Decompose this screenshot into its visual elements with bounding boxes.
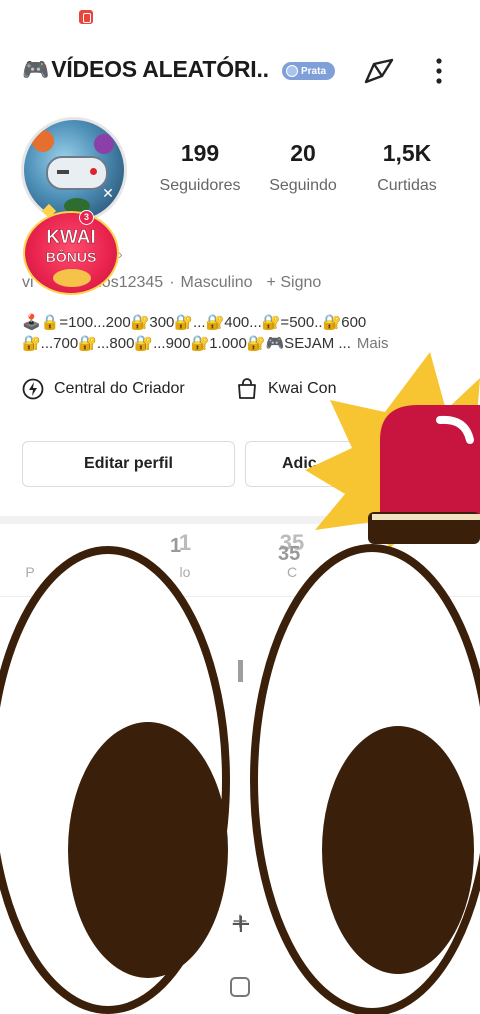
creator-center-label: Central do Criador bbox=[54, 380, 185, 397]
home-nav-icon[interactable] bbox=[231, 978, 249, 996]
tab-underline bbox=[0, 596, 480, 597]
kwai-shop-label: Kwai Con bbox=[268, 380, 337, 397]
kwai-bonus-widget[interactable]: KWAI BÔNUS bbox=[25, 213, 117, 293]
bio-line: 🔐...700🔐...800🔐...900🔐1.000🔐🎮SEJAM ... bbox=[22, 335, 351, 352]
badge-medal-icon bbox=[286, 65, 298, 77]
avatar-art bbox=[32, 130, 54, 152]
add-friends-button[interactable]: Adic bbox=[245, 441, 458, 487]
level-badge-label: Prata bbox=[301, 65, 327, 77]
coin-icon bbox=[53, 269, 91, 287]
edit-profile-label: Editar perfil bbox=[84, 455, 173, 472]
gender-label: Masculino bbox=[180, 274, 253, 291]
profile-bio[interactable]: 🕹️🔒=100...200🔐300🔐...🔐400...🔐=500..🔐600 … bbox=[22, 312, 462, 354]
following-label: Seguindo bbox=[269, 177, 337, 194]
section-divider bbox=[0, 516, 480, 524]
creator-row: Central do Criador Kwai Con bbox=[22, 378, 480, 404]
following-count: 20 bbox=[290, 140, 316, 166]
tab-liked[interactable]: 35 C bbox=[262, 530, 322, 580]
followers-stat[interactable]: 199 Seguidores bbox=[152, 140, 248, 195]
kwai-id-prefix: vi bbox=[22, 274, 34, 291]
status-bar bbox=[0, 0, 480, 36]
followers-label: Seguidores bbox=[159, 177, 241, 194]
followers-count: 199 bbox=[180, 140, 220, 166]
loading-mark bbox=[238, 660, 243, 682]
creator-center-link[interactable]: Central do Criador bbox=[22, 378, 185, 400]
bonus-count-badge: 3 bbox=[79, 210, 94, 225]
kwai-shop-link[interactable]: Kwai Con bbox=[236, 378, 336, 400]
profile-tabs: P 1 lo 35 C bbox=[0, 530, 480, 596]
likes-count: 1,5K bbox=[382, 140, 432, 166]
chevron-right-icon: › bbox=[118, 246, 123, 262]
likes-stat[interactable]: 1,5K Curtidas bbox=[366, 140, 448, 195]
bonus-title: KWAI bbox=[46, 227, 96, 249]
tab-label: C bbox=[286, 564, 298, 580]
tab-posts[interactable]: P bbox=[10, 530, 50, 580]
bonus-subtitle: BÔNUS bbox=[45, 249, 97, 265]
likes-label: Curtidas bbox=[377, 177, 437, 194]
cartoon-eye-right bbox=[250, 544, 480, 1014]
add-friends-label: Adic bbox=[282, 455, 317, 472]
cartoon-eye-left bbox=[0, 546, 230, 1014]
tab-label: lo bbox=[179, 564, 191, 580]
avatar-art bbox=[94, 134, 114, 154]
tab-private[interactable]: 1 lo bbox=[160, 530, 210, 580]
bio-line: 🕹️🔒=100...200🔐300🔐...🔐400...🔐=500..🔐600 bbox=[22, 314, 367, 331]
tab-label: P bbox=[25, 564, 35, 580]
tab-count: 35 bbox=[279, 530, 305, 555]
more-options-icon[interactable] bbox=[424, 56, 454, 86]
profile-header: 🎮VÍDEOS ALEATÓRI.. Prata bbox=[0, 48, 480, 96]
following-stat[interactable]: 20 Seguindo bbox=[262, 140, 344, 195]
notification-app-icon bbox=[79, 10, 93, 24]
lightning-icon bbox=[22, 378, 44, 400]
gamepad-art bbox=[46, 156, 108, 190]
sign-button[interactable]: + Signo bbox=[267, 274, 322, 291]
upload-plus-icon[interactable]: + bbox=[226, 906, 254, 940]
level-badge[interactable]: Prata bbox=[282, 62, 335, 80]
avatar[interactable] bbox=[21, 117, 127, 223]
bio-more-link[interactable]: Mais bbox=[357, 335, 389, 352]
edit-profile-button[interactable]: Editar perfil bbox=[22, 441, 235, 487]
shopping-bag-icon bbox=[238, 378, 256, 399]
share-icon[interactable] bbox=[362, 56, 396, 86]
close-icon[interactable]: ✕ bbox=[100, 185, 116, 201]
game-controller-icon: 🎮 bbox=[22, 57, 50, 82]
profile-title: 🎮VÍDEOS ALEATÓRI.. bbox=[22, 56, 269, 83]
tab-count: 1 bbox=[178, 530, 192, 555]
profile-title-text: VÍDEOS ALEATÓRI.. bbox=[51, 56, 269, 82]
